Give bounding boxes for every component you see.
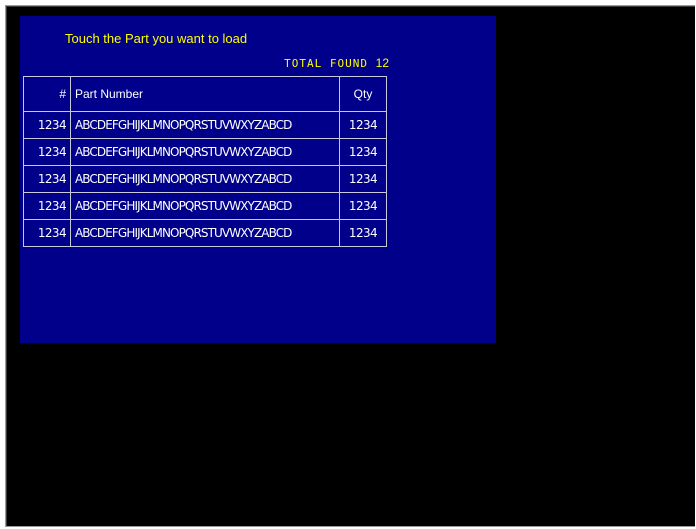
total-found-count: 12: [375, 56, 389, 70]
row-part-number: ABCDEFGHIJKLMNOPQRSTUVWXYZABCD: [70, 192, 340, 220]
row-index: 1234: [23, 219, 71, 247]
table-row[interactable]: 1234 ABCDEFGHIJKLMNOPQRSTUVWXYZABCD 1234: [23, 138, 387, 166]
total-found-indicator: TOTAL FOUND 12: [284, 56, 389, 70]
row-part-number: ABCDEFGHIJKLMNOPQRSTUVWXYZABCD: [70, 165, 340, 193]
row-qty: 1234: [339, 138, 387, 166]
row-qty: 1234: [339, 165, 387, 193]
row-part-number: ABCDEFGHIJKLMNOPQRSTUVWXYZABCD: [70, 219, 340, 247]
row-qty: 1234: [339, 192, 387, 220]
table-row[interactable]: 1234 ABCDEFGHIJKLMNOPQRSTUVWXYZABCD 1234: [23, 165, 387, 193]
header-part-number: Part Number: [70, 76, 340, 112]
parts-table: # Part Number Qty 1234 ABCDEFGHIJKLMNOPQ…: [23, 76, 387, 247]
total-found-label: TOTAL FOUND: [284, 57, 369, 70]
row-qty: 1234: [339, 111, 387, 139]
row-index: 1234: [23, 165, 71, 193]
hmi-screen: Touch the Part you want to load TOTAL FO…: [5, 5, 695, 527]
part-selection-panel: Touch the Part you want to load TOTAL FO…: [20, 16, 496, 343]
row-index: 1234: [23, 192, 71, 220]
instruction-text: Touch the Part you want to load: [65, 31, 248, 46]
header-index: #: [23, 76, 71, 112]
row-index: 1234: [23, 111, 71, 139]
row-qty: 1234: [339, 219, 387, 247]
parts-table-header-row: # Part Number Qty: [23, 76, 387, 112]
table-row[interactable]: 1234 ABCDEFGHIJKLMNOPQRSTUVWXYZABCD 1234: [23, 111, 387, 139]
row-part-number: ABCDEFGHIJKLMNOPQRSTUVWXYZABCD: [70, 138, 340, 166]
row-index: 1234: [23, 138, 71, 166]
table-row[interactable]: 1234 ABCDEFGHIJKLMNOPQRSTUVWXYZABCD 1234: [23, 219, 387, 247]
table-row[interactable]: 1234 ABCDEFGHIJKLMNOPQRSTUVWXYZABCD 1234: [23, 192, 387, 220]
row-part-number: ABCDEFGHIJKLMNOPQRSTUVWXYZABCD: [70, 111, 340, 139]
header-qty: Qty: [339, 76, 387, 112]
